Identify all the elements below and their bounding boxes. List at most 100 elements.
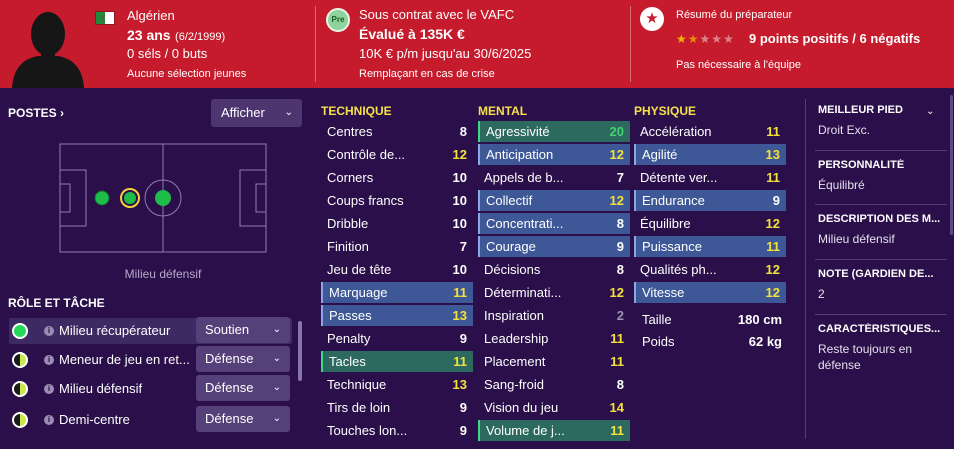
attribute-value: 11 [766, 124, 780, 139]
attribute-value: 13 [765, 147, 780, 162]
duty-select[interactable]: Défense ⌄ [196, 346, 290, 372]
chevron-down-icon[interactable]: ⌄ [926, 106, 934, 117]
position-dot [124, 192, 136, 204]
attribute-row[interactable]: Collectif 12 [478, 190, 630, 211]
attribute-name: Finition [327, 239, 369, 254]
coach-summary: 9 points positifs / 6 négatifs [749, 31, 921, 46]
attribute-row[interactable]: Vitesse 12 [634, 282, 786, 303]
attribute-row[interactable]: Leadership 11 [478, 328, 630, 349]
description-value: Milieu défensif [818, 232, 895, 246]
star-rating: ★★★★★ [676, 32, 735, 46]
contract-status-badge: Pre [326, 8, 350, 32]
attribute-row[interactable]: Corners 10 [321, 167, 473, 188]
position-dot [155, 190, 171, 206]
show-button[interactable]: Afficher ⌄ [211, 99, 302, 127]
attribute-name: Marquage [329, 285, 388, 300]
attribute-row[interactable]: Puissance 11 [634, 236, 786, 257]
role-rating-icon [12, 323, 28, 339]
attribute-value: 7 [459, 239, 467, 254]
attribute-name: Qualités ph... [640, 262, 717, 277]
attribute-row[interactable]: Technique 13 [321, 374, 473, 395]
attribute-row[interactable]: Contrôle de... 12 [321, 144, 473, 165]
birthdate: (6/2/1999) [175, 31, 226, 43]
chevron-down-icon: ⌄ [272, 382, 281, 393]
star-empty-icon: ★ [711, 32, 724, 46]
info-icon[interactable]: i [44, 326, 54, 336]
attribute-row[interactable]: Tirs de loin 9 [321, 397, 473, 418]
info-scrollbar[interactable] [950, 95, 953, 235]
attribute-row[interactable]: Tacles 11 [321, 351, 473, 372]
attribute-row[interactable]: Passes 13 [321, 305, 473, 326]
attribute-name: Coups francs [327, 193, 404, 208]
attribute-name: Accélération [640, 124, 712, 139]
attribute-row[interactable]: Centres 8 [321, 121, 473, 142]
role-rating-icon [12, 381, 28, 397]
duty-select[interactable]: Soutien ⌄ [196, 317, 290, 343]
roles-scrollbar[interactable] [298, 321, 302, 381]
attribute-row[interactable]: Concentrati... 8 [478, 213, 630, 234]
attribute-row[interactable]: Sang-froid 8 [478, 374, 630, 395]
attribute-name: Inspiration [484, 308, 544, 323]
role-name: Milieu récupérateur [59, 323, 171, 338]
info-divider [815, 314, 947, 315]
attribute-row[interactable]: Inspiration 2 [478, 305, 630, 326]
info-icon[interactable]: i [44, 355, 54, 365]
info-icon[interactable]: i [44, 384, 54, 394]
attribute-value: 9 [616, 239, 624, 254]
attribute-row[interactable]: Courage 9 [478, 236, 630, 257]
description-section: DESCRIPTION DES M... Milieu défensif [818, 213, 948, 247]
role-row[interactable]: i Meneur de jeu en ret... Défense ⌄ [9, 346, 292, 373]
attribute-name: Sang-froid [484, 377, 544, 392]
algeria-flag-icon: ☾ [95, 11, 115, 25]
attribute-row[interactable]: Appels de b... 7 [478, 167, 630, 188]
attribute-value: 12 [765, 285, 780, 300]
traits-title: CARACTÉRISTIQUES... [818, 323, 941, 335]
attribute-row[interactable]: Déterminati... 12 [478, 282, 630, 303]
position-caption: Milieu défensif [124, 267, 202, 281]
pitch-diagram [59, 143, 267, 253]
attribute-row[interactable]: Marquage 11 [321, 282, 473, 303]
chevron-down-icon: ⌄ [272, 324, 281, 335]
attribute-value: 9 [459, 331, 467, 346]
attribute-row[interactable]: Dribble 10 [321, 213, 473, 234]
attribute-row[interactable]: Penalty 9 [321, 328, 473, 349]
attribute-row[interactable]: Jeu de tête 10 [321, 259, 473, 280]
attribute-value: 13 [452, 377, 467, 392]
attribute-row[interactable]: Touches lon... 9 [321, 420, 473, 441]
attribute-row[interactable]: Agressivité 20 [478, 121, 630, 142]
role-row[interactable]: i Demi-centre Défense ⌄ [9, 406, 292, 433]
attribute-row[interactable]: Qualités ph... 12 [634, 259, 786, 280]
duty-select[interactable]: Défense ⌄ [196, 375, 290, 401]
attribute-row[interactable]: Anticipation 12 [478, 144, 630, 165]
coach-title: Résumé du préparateur [676, 9, 793, 21]
chevron-down-icon: ⌄ [272, 353, 281, 364]
traits-section: CARACTÉRISTIQUES... Reste toujours en dé… [818, 323, 948, 373]
attribute-row[interactable]: Détente ver... 11 [634, 167, 786, 188]
role-row[interactable]: i Milieu récupérateur Soutien ⌄ [9, 317, 292, 344]
attribute-row[interactable]: Accélération 11 [634, 121, 786, 142]
attribute-value: 12 [765, 262, 780, 277]
attribute-row[interactable]: Décisions 8 [478, 259, 630, 280]
attribute-row[interactable]: Équilibre 12 [634, 213, 786, 234]
attribute-row[interactable]: Finition 7 [321, 236, 473, 257]
attribute-name: Anticipation [486, 147, 554, 162]
attribute-value: 14 [609, 400, 624, 415]
attribute-name: Leadership [484, 331, 549, 346]
attribute-name: Placement [484, 354, 546, 369]
role-name: Demi-centre [59, 412, 130, 427]
attribute-row[interactable]: Agilité 13 [634, 144, 786, 165]
attribute-name: Penalty [327, 331, 371, 346]
attribute-row[interactable]: Vision du jeu 14 [478, 397, 630, 418]
attribute-row[interactable]: Placement 11 [478, 351, 630, 372]
role-row[interactable]: i Milieu défensif Défense ⌄ [9, 375, 292, 402]
attribute-value: 12 [765, 216, 780, 231]
info-divider [815, 259, 947, 260]
attribute-row[interactable]: Endurance 9 [634, 190, 786, 211]
attribute-row[interactable]: Coups francs 10 [321, 190, 473, 211]
technique-title: TECHNIQUE [321, 104, 392, 118]
info-icon[interactable]: i [44, 415, 54, 425]
attribute-value: 8 [616, 262, 624, 277]
duty-select[interactable]: Défense ⌄ [196, 406, 290, 432]
attribute-row[interactable]: Volume de j... 11 [478, 420, 630, 441]
positions-title[interactable]: POSTES › [8, 106, 64, 120]
